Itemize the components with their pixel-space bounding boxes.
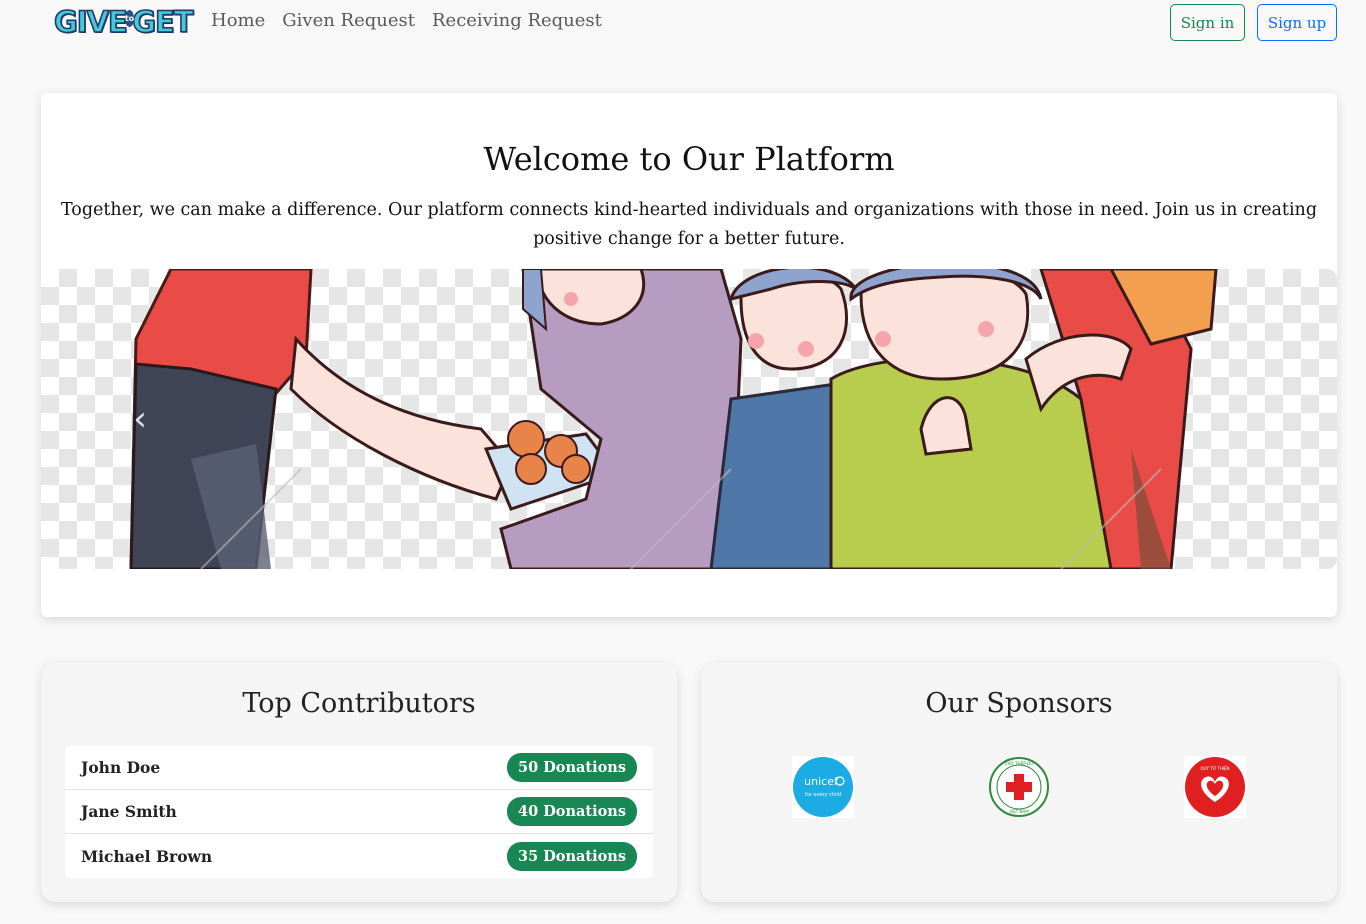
unicef-logo-subtext: for every child	[805, 792, 841, 798]
brand-part-1: GIVE	[53, 4, 128, 40]
charity-heart-logo-text: QUỸ TỪ THIỆN	[1200, 766, 1229, 771]
red-cross-logo: CHỮ THẬP ĐỎ VIỆT NAM	[989, 757, 1049, 817]
sponsors-title: Our Sponsors	[925, 688, 1113, 719]
image-carousel: ‹ ›	[41, 269, 1337, 569]
sign-up-button[interactable]: Sign up	[1257, 4, 1337, 41]
brand-part-2: GET	[131, 4, 194, 40]
hero-text: Together, we can make a difference. Our …	[60, 200, 1318, 249]
charity-heart-logo: QUỸ TỪ THIỆN	[1184, 756, 1246, 818]
list-item: Michael Brown 35 Donations	[65, 834, 653, 878]
nav-links: Home Given Request Receiving Request	[211, 10, 619, 31]
sponsors-card: Our Sponsors unicef for every child CHỮ …	[701, 663, 1337, 902]
hero-title: Welcome to Our Platform	[483, 140, 895, 178]
contributor-name: Jane Smith	[81, 802, 177, 821]
carousel-illustration	[129, 269, 1218, 569]
hero-card: Welcome to Our Platform Together, we can…	[41, 93, 1337, 617]
top-contributors-title: Top Contributors	[242, 688, 476, 719]
contributors-list: John Doe 50 Donations Jane Smith 40 Dona…	[65, 746, 653, 878]
sign-in-button[interactable]: Sign in	[1170, 4, 1245, 41]
chevron-left-icon[interactable]: ‹	[125, 399, 155, 439]
red-cross-logo-text: CHỮ THẬP ĐỎ	[1005, 761, 1034, 766]
contributor-name: Michael Brown	[81, 846, 213, 866]
nav-receiving-request[interactable]: Receiving Request	[432, 10, 602, 31]
nav-home[interactable]: Home	[211, 10, 265, 31]
brand-logo[interactable]: GIVE to GET	[53, 4, 194, 40]
brand-to: to	[124, 9, 135, 27]
list-item: John Doe 50 Donations	[65, 746, 653, 790]
navbar: GIVE to GET Home Given Request Receiving…	[0, 0, 1366, 46]
donations-badge: 40 Donations	[507, 797, 637, 826]
unicef-logo-text: unicef	[804, 775, 839, 788]
donations-badge: 35 Donations	[507, 841, 637, 871]
top-contributors-card: Top Contributors John Doe 50 Donations J…	[41, 663, 677, 902]
unicef-logo: unicef for every child	[792, 756, 854, 818]
chevron-right-icon[interactable]: ›	[1223, 399, 1253, 439]
contributor-name: John Doe	[81, 758, 161, 777]
red-cross-logo-subtext: VIỆT NAM	[1009, 809, 1029, 814]
donations-badge: 50 Donations	[507, 753, 637, 782]
nav-given-request[interactable]: Given Request	[282, 10, 415, 31]
list-item: Jane Smith 40 Donations	[65, 790, 653, 834]
